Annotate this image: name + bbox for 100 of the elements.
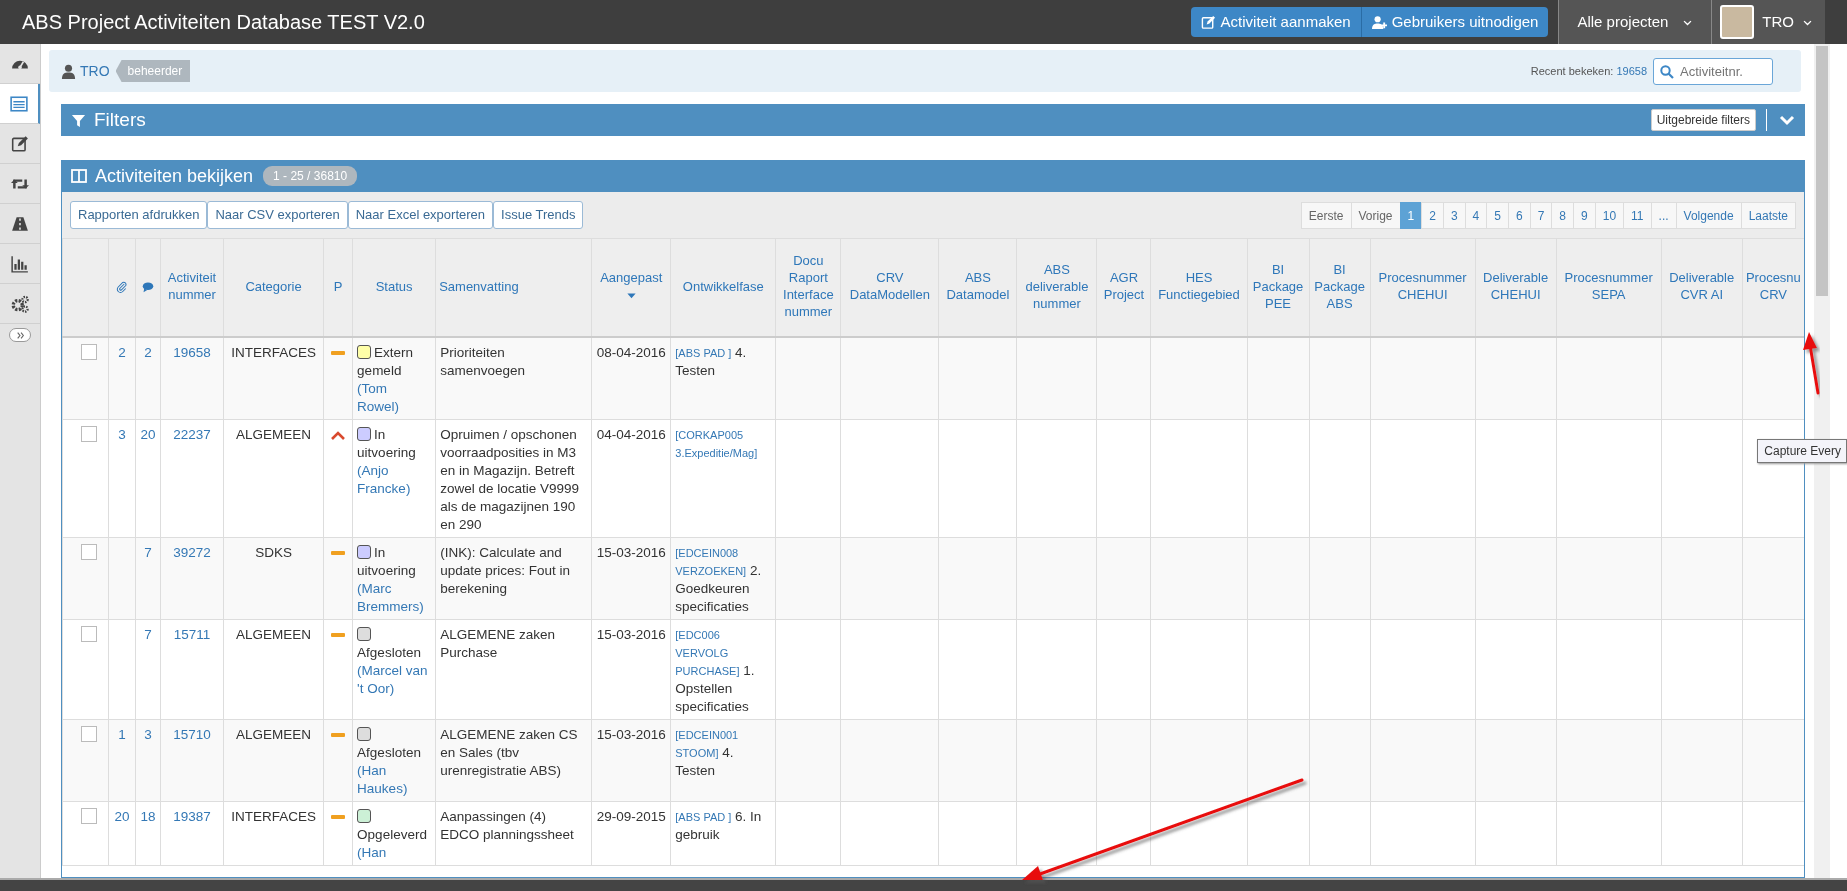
- bar-chart-icon: [11, 254, 29, 273]
- table-cell: INTERFACES: [223, 336, 324, 419]
- toolbar-button[interactable]: Rapporten afdrukken: [70, 201, 208, 229]
- avatar-photo-placeholder: [1720, 5, 1755, 39]
- column-header[interactable]: Activiteit nummer: [160, 238, 224, 337]
- owner-link[interactable]: (Tom Rowel): [357, 379, 432, 416]
- table-cell: 29-09-2015: [591, 801, 671, 865]
- activity-number-link[interactable]: 15711: [173, 626, 211, 642]
- page-link[interactable]: Vorige: [1350, 201, 1401, 229]
- column-header[interactable]: Ontwikkelfase: [670, 238, 776, 337]
- column-header[interactable]: Procesnummer SEPA: [1556, 238, 1662, 337]
- table-cell: ALGEMENE zaken Purchase: [435, 619, 592, 719]
- column-header[interactable]: Procesnu CRV: [1742, 238, 1804, 337]
- attachment-count[interactable]: 3: [118, 426, 126, 442]
- column-header[interactable]: P: [323, 238, 353, 337]
- count-badge: 1 - 25 / 36810: [263, 166, 358, 186]
- page-link[interactable]: 2: [1421, 201, 1444, 229]
- page-link[interactable]: Volgende: [1675, 201, 1742, 229]
- column-header[interactable]: [135, 238, 161, 337]
- activity-number-link[interactable]: 39272: [173, 544, 211, 560]
- comment-count[interactable]: 2: [144, 344, 152, 360]
- owner-link[interactable]: (Han: [357, 843, 432, 862]
- column-header[interactable]: BI Package PEE: [1247, 238, 1310, 337]
- comment-count[interactable]: 7: [144, 544, 152, 560]
- row-checkbox[interactable]: [81, 543, 97, 560]
- attachment-count[interactable]: 20: [114, 808, 130, 824]
- row-checkbox[interactable]: [81, 425, 97, 442]
- toolbar-button[interactable]: Naar Excel exporteren: [347, 201, 494, 229]
- comment-count[interactable]: 3: [144, 726, 152, 742]
- row-checkbox[interactable]: [81, 725, 97, 742]
- column-header[interactable]: Aangepast: [591, 238, 671, 337]
- table-cell: 15-03-2016: [591, 537, 671, 619]
- activity-number-link[interactable]: 19387: [173, 808, 211, 824]
- column-header[interactable]: Docu Raport Interface nummer: [775, 238, 841, 337]
- owner-link[interactable]: (Marc Bremmers): [357, 579, 432, 616]
- page-link[interactable]: Eerste: [1300, 201, 1352, 229]
- column-header[interactable]: ABS Datamodel: [938, 238, 1017, 337]
- search-field[interactable]: Activiteitnr.: [1653, 57, 1773, 85]
- table-cell: INTERFACES: [223, 801, 324, 865]
- activity-number-link[interactable]: 19658: [173, 344, 211, 360]
- comment-icon: [142, 281, 154, 294]
- toolbar-button[interactable]: Issue Trends: [493, 201, 584, 229]
- column-header[interactable]: Categorie: [223, 238, 324, 337]
- page-link[interactable]: ...: [1650, 201, 1677, 229]
- development-phase: [EDCEIN001 STOOM] 4. Testen: [675, 727, 740, 780]
- table-cell: 04-04-2016: [591, 419, 671, 537]
- column-header[interactable]: HES Functiegebied: [1150, 238, 1247, 337]
- action-button[interactable]: Activiteit aanmaken: [1190, 7, 1362, 37]
- recent-activity-link[interactable]: 19658: [1616, 64, 1647, 77]
- column-header[interactable]: ABS deliverable nummer: [1016, 238, 1097, 337]
- development-phase: [CORKAP005 3.Expeditie/Mag]: [675, 427, 759, 461]
- owner-link[interactable]: (Han Haukes): [357, 761, 432, 798]
- user-icon: [61, 63, 76, 79]
- owner-link[interactable]: (Anjo Francke): [357, 461, 432, 498]
- table-cell: 08-04-2016: [591, 336, 671, 419]
- column-header[interactable]: Deliverable CHEHUI: [1475, 238, 1557, 337]
- row-checkbox[interactable]: [81, 625, 97, 642]
- edit-icon: [1200, 14, 1216, 30]
- page-link[interactable]: 6: [1507, 201, 1531, 229]
- page-link[interactable]: 5: [1486, 201, 1509, 229]
- action-button[interactable]: Gebruikers uitnodigen: [1361, 7, 1549, 37]
- column-header[interactable]: Deliverable CVR AI: [1661, 238, 1743, 337]
- page-link[interactable]: 3: [1442, 201, 1466, 229]
- filter-icon: [71, 112, 86, 128]
- page-link[interactable]: 9: [1573, 201, 1596, 229]
- column-header[interactable]: CRV DataModellen: [840, 238, 939, 337]
- page-link[interactable]: 11: [1623, 201, 1652, 229]
- owner-link[interactable]: (Marcel van 't Oor): [357, 661, 432, 698]
- priority-medium-icon: [331, 732, 346, 737]
- page-link[interactable]: Laatste: [1740, 201, 1796, 229]
- column-header[interactable]: Samenvatting: [435, 238, 592, 337]
- role-tag: beheerder: [115, 60, 191, 82]
- expand-sidebar-button[interactable]: [9, 328, 31, 342]
- page-link[interactable]: 8: [1551, 201, 1575, 229]
- comment-count[interactable]: 18: [140, 808, 156, 824]
- sidebar-item[interactable]: [0, 84, 40, 124]
- page-link[interactable]: 10: [1594, 201, 1625, 229]
- project-dropdown[interactable]: Alle projecten: [1558, 0, 1712, 44]
- toolbar-button[interactable]: Naar CSV exporteren: [207, 201, 348, 229]
- row-checkbox[interactable]: [81, 807, 97, 824]
- column-header[interactable]: Procesnummer CHEHUI: [1370, 238, 1476, 337]
- development-phase: [EDCEIN008 VERZOEKEN] 2. Goedkeuren specificaties: [675, 545, 763, 616]
- table-cell: Aanpassingen (4) EDCO planningssheet: [435, 801, 592, 865]
- status-label: Afgesloten: [357, 744, 421, 760]
- comment-count[interactable]: 7: [144, 626, 152, 642]
- column-header[interactable]: BI Package ABS: [1309, 238, 1371, 337]
- activity-number-link[interactable]: 15710: [173, 726, 211, 742]
- activity-number-link[interactable]: 22237: [173, 426, 211, 442]
- search-icon: [1660, 64, 1674, 79]
- user-menu[interactable]: TRO: [1711, 0, 1825, 44]
- column-header[interactable]: AGR Project: [1096, 238, 1151, 337]
- table-cell: ALGEMEEN: [223, 719, 324, 801]
- user-link[interactable]: TRO: [80, 60, 110, 82]
- advanced-filters-button[interactable]: Uitgebreide filters: [1650, 109, 1756, 131]
- attachment-count[interactable]: 2: [118, 344, 126, 360]
- attachment-count[interactable]: 1: [118, 726, 126, 742]
- table-cell: ALGEMEEN: [223, 619, 324, 719]
- column-header[interactable]: Status: [352, 238, 436, 337]
- row-checkbox[interactable]: [81, 343, 97, 360]
- comment-count[interactable]: 20: [140, 426, 156, 442]
